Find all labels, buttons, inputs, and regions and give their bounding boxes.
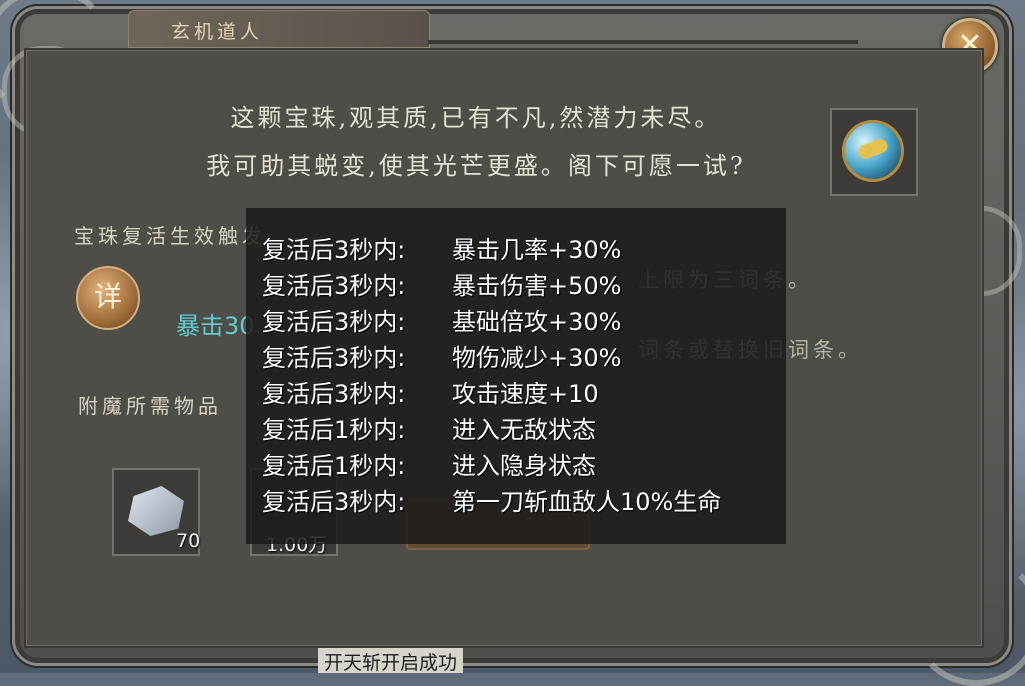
window-title: 玄机道人 [171, 21, 264, 43]
npc-dialogue-line-2: 我可助其蜕变,使其光芒更盛。阁下可愿一试? [206, 152, 746, 180]
stone-count: 70 [176, 530, 201, 552]
tooltip-row: 复活后1秒内: 进入隐身状态 [262, 452, 596, 480]
stone-icon [128, 486, 184, 536]
material-slot-stone[interactable]: 70 [112, 468, 200, 556]
pearl-orb-icon [842, 120, 904, 182]
crit-entry-text: 暴击30 [176, 312, 255, 340]
detail-button[interactable]: 详 [76, 266, 140, 330]
tooltip-row: 复活后3秒内: 第一刀斩血敌人10%生命 [262, 488, 722, 516]
tooltip-row: 复活后3秒内: 暴击几率+30% [262, 236, 622, 264]
materials-label: 附魔所需物品 [78, 394, 222, 418]
tooltip-row: 复活后3秒内: 基础倍攻+30% [262, 308, 622, 336]
tooltip-row: 复活后3秒内: 攻击速度+10 [262, 380, 599, 408]
pearl-item-slot[interactable] [830, 108, 918, 196]
revive-effect-label: 宝珠复活生效触发 [74, 224, 266, 248]
tooltip-row: 复活后3秒内: 暴击伤害+50% [262, 272, 622, 300]
tooltip-row: 复活后1秒内: 进入无敌状态 [262, 416, 596, 444]
effect-tooltip: 复活后3秒内: 暴击几率+30% 复活后3秒内: 暴击伤害+50% 复活后3秒内: 基… [246, 208, 786, 544]
window-title-tab: 玄机道人 [128, 10, 430, 48]
npc-dialogue-line-1: 这颗宝珠,观其质,已有不凡,然潜力未尽。 [230, 104, 722, 132]
tooltip-row: 复活后3秒内: 物伤减少+30% [262, 344, 622, 372]
system-toast: 开天斩开启成功 [318, 648, 464, 673]
title-divider [428, 40, 858, 44]
